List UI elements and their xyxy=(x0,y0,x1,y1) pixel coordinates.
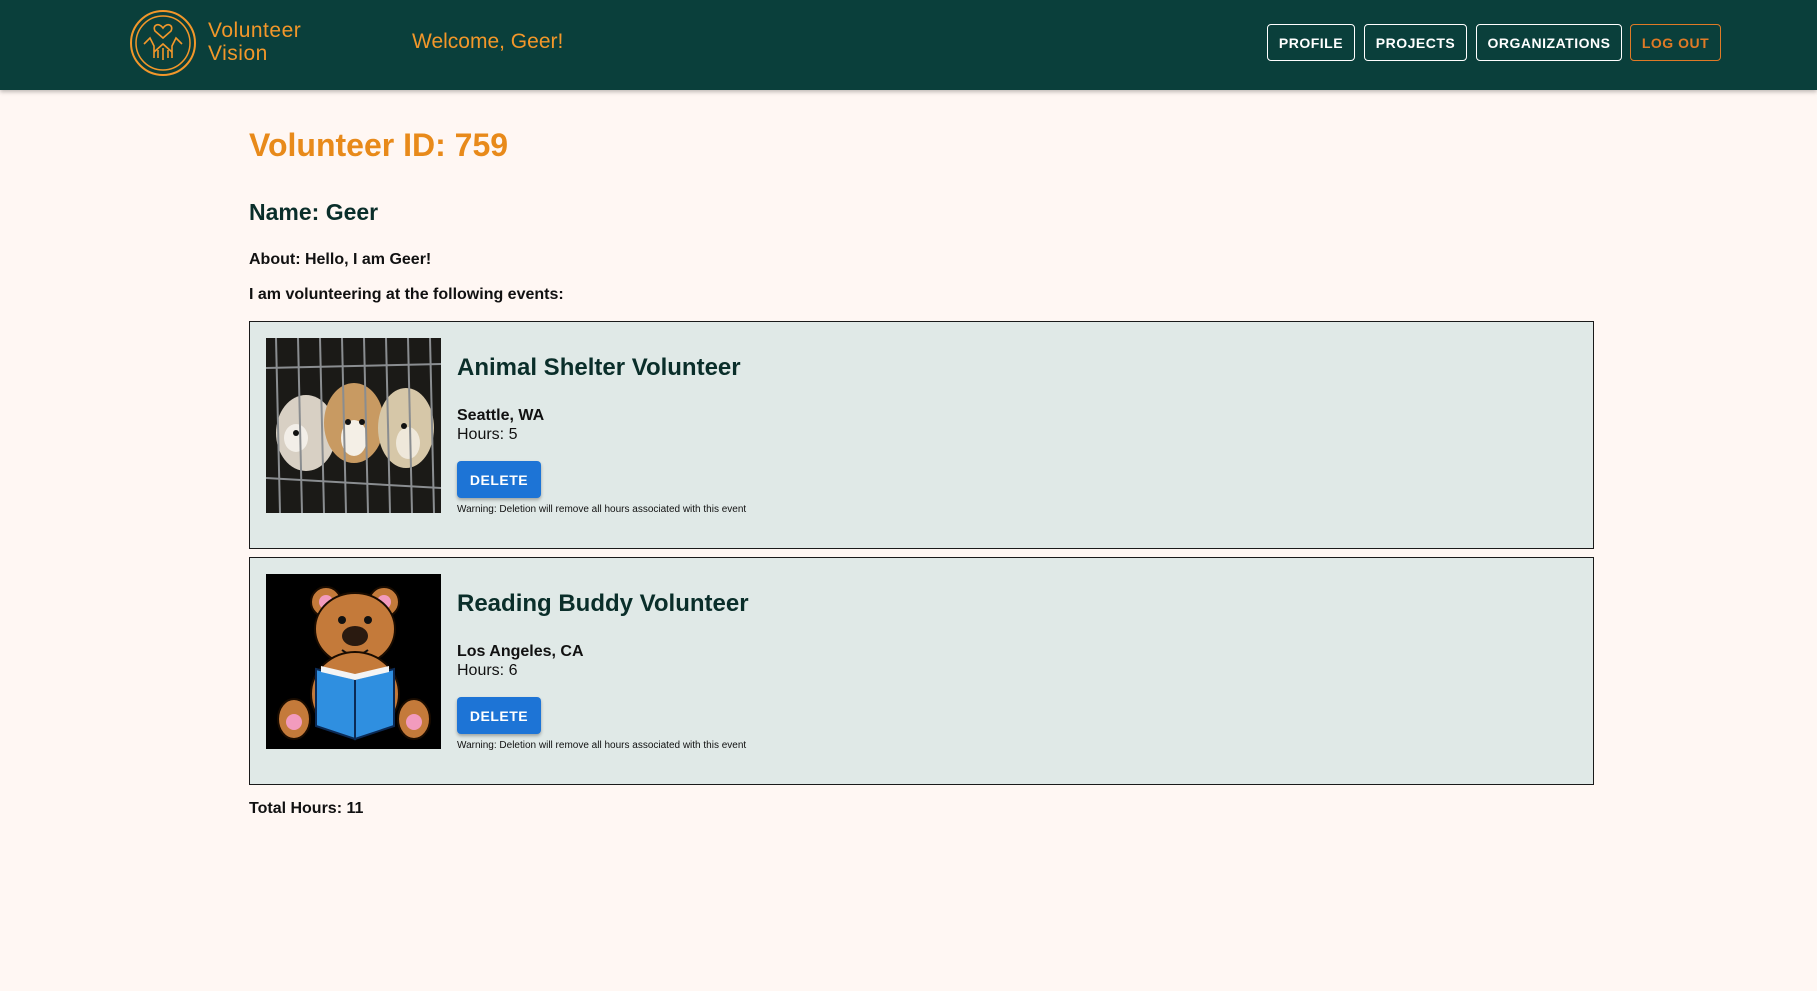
event-location: Los Angeles, CA xyxy=(457,643,584,660)
navbar: Volunteer Vision Welcome, Geer! PROFILE … xyxy=(0,0,1817,90)
event-image-dogs xyxy=(266,338,441,513)
volunteer-vision-logo-icon[interactable] xyxy=(128,8,198,78)
profile-button[interactable]: PROFILE xyxy=(1267,24,1355,61)
brand-line-1: Volunteer xyxy=(208,19,302,42)
event-location: Seattle, WA xyxy=(457,407,545,424)
delete-event-button[interactable]: DELETE xyxy=(457,697,541,734)
reading-bear-icon xyxy=(266,574,441,749)
event-title: Reading Buddy Volunteer xyxy=(457,590,749,617)
volunteer-about: About: Hello, I am Geer! xyxy=(249,251,432,268)
welcome-message: Welcome, Geer! xyxy=(412,30,564,53)
organizations-button[interactable]: ORGANIZATIONS xyxy=(1476,24,1622,61)
delete-warning: Warning: Deletion will remove all hours … xyxy=(457,504,747,515)
projects-button[interactable]: PROJECTS xyxy=(1364,24,1467,61)
event-title: Animal Shelter Volunteer xyxy=(457,354,741,381)
total-hours: Total Hours: 11 xyxy=(249,800,364,817)
delete-warning: Warning: Deletion will remove all hours … xyxy=(457,740,747,751)
volunteer-name: Name: Geer xyxy=(249,199,379,225)
volunteer-id-heading: Volunteer ID: 759 xyxy=(249,127,509,163)
event-hours: Hours: 5 xyxy=(457,426,518,443)
dogs-in-cage-icon xyxy=(266,338,441,513)
event-image-bear xyxy=(266,574,441,749)
logout-button[interactable]: LOG OUT xyxy=(1630,24,1721,61)
brand-line-2: Vision xyxy=(208,42,268,65)
events-intro: I am volunteering at the following event… xyxy=(249,286,564,303)
brand-name[interactable]: Volunteer Vision xyxy=(208,19,301,65)
event-card: Reading Buddy Volunteer Los Angeles, CA … xyxy=(249,557,1594,785)
event-hours: Hours: 6 xyxy=(457,662,518,679)
event-card: Animal Shelter Volunteer Seattle, WA Hou… xyxy=(249,321,1594,549)
delete-event-button[interactable]: DELETE xyxy=(457,461,541,498)
